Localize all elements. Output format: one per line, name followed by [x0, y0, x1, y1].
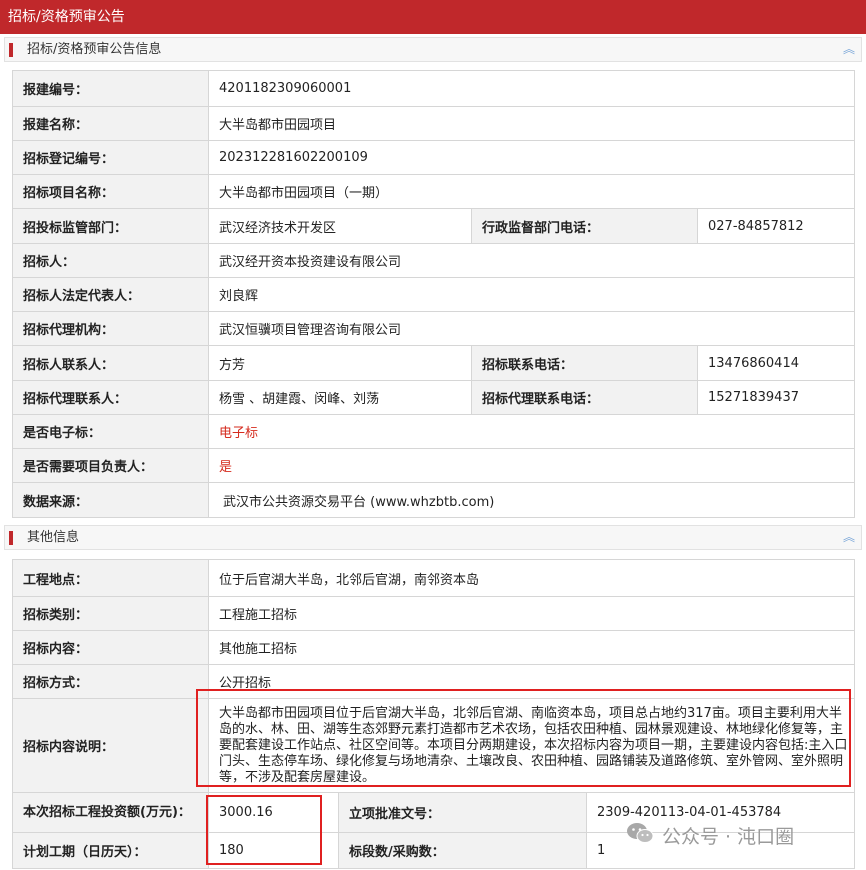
table-row: 招投标监管部门： 武汉经济技术开发区 行政监督部门电话： 027-8485781…	[12, 208, 856, 244]
field-value-duration: 180	[208, 832, 339, 869]
field-value-agency-phone: 15271839437	[696, 380, 856, 415]
field-label: 招标方式：	[12, 664, 209, 699]
field-label: 是否需要项目负责人：	[12, 448, 209, 483]
field-value-contact-phone: 13476860414	[696, 345, 856, 381]
field-label: 招标登记编号：	[12, 140, 209, 175]
field-label: 招标内容说明：	[12, 698, 209, 793]
section-header-other: 其他信息 ︽	[4, 525, 862, 550]
section-marker	[9, 531, 13, 545]
field-label: 本次招标工程投资额(万元)：	[12, 792, 209, 833]
table-row: 数据来源： 武汉市公共资源交易平台 (www.whzbtb.com)	[12, 482, 856, 518]
section-marker	[9, 43, 13, 57]
watermark: 公众号 · 沌口圈	[626, 820, 794, 850]
field-label: 工程地点：	[12, 559, 209, 597]
field-value-need-manager: 是	[207, 448, 856, 483]
wechat-icon	[626, 821, 654, 850]
table-row: 招标内容： 其他施工招标	[12, 630, 855, 665]
table-row: 招标登记编号： 202312281602200109	[12, 140, 856, 175]
field-value-project-name: 大半岛都市田园项目（一期）	[207, 174, 856, 209]
table-row: 招标代理联系人： 杨雪 、胡建霞、闵峰、刘荡 招标代理联系电话： 1527183…	[12, 380, 856, 415]
field-value-agency-contact: 杨雪 、胡建霞、闵峰、刘荡	[208, 380, 472, 415]
info-table: 报建编号： 4201182309060001 报建名称： 大半岛都市田园项目 招…	[12, 70, 856, 518]
field-value-source: 武汉市公共资源交易平台 (www.whzbtb.com)	[207, 482, 856, 518]
field-value-agency: 武汉恒骥项目管理咨询有限公司	[207, 311, 856, 346]
field-value-bid-name: 大半岛都市田园项目	[207, 106, 856, 141]
field-label: 招标内容：	[12, 630, 209, 665]
table-row: 招标人： 武汉经开资本投资建设有限公司	[12, 243, 856, 278]
field-label: 招标人联系人：	[12, 345, 209, 381]
collapse-icon[interactable]: ︽	[843, 38, 855, 61]
field-value-investment: 3000.16	[208, 792, 339, 833]
table-row: 招标内容说明： 大半岛都市田园项目位于后官湖大半岛，北邻后官湖、南临资本岛，项目…	[12, 698, 855, 793]
field-value-location: 位于后官湖大半岛，北邻后官湖，南邻资本岛	[208, 559, 855, 597]
field-label: 招投标监管部门：	[12, 208, 209, 244]
section-header-info: 招标/资格预审公告信息 ︽	[4, 37, 862, 62]
field-label: 立项批准文号：	[338, 792, 587, 833]
field-label: 招标项目名称：	[12, 174, 209, 209]
field-label: 标段数/采购数：	[338, 832, 587, 869]
field-label: 招标代理机构：	[12, 311, 209, 346]
table-row: 招标方式： 公开招标	[12, 664, 855, 699]
table-row: 招标人联系人： 方芳 招标联系电话： 13476860414	[12, 345, 856, 381]
table-row: 报建编号： 4201182309060001	[12, 70, 856, 107]
field-value-contact: 方芳	[208, 345, 472, 381]
field-label: 招标人法定代表人：	[12, 277, 209, 312]
section-title-other: 其他信息	[27, 530, 80, 545]
field-label: 行政监督部门电话：	[471, 208, 698, 244]
field-label: 报建名称：	[12, 106, 209, 141]
field-label: 计划工期（日历天）：	[12, 832, 209, 869]
field-value-legal-rep: 刘良辉	[207, 277, 856, 312]
table-row: 是否电子标： 电子标	[12, 414, 856, 449]
field-label: 数据来源：	[12, 482, 209, 518]
field-label: 招标人：	[12, 243, 209, 278]
field-value-electronic: 电子标	[207, 414, 856, 449]
section-title-info: 招标/资格预审公告信息	[27, 42, 162, 57]
field-label: 报建编号：	[12, 70, 209, 107]
field-value-reg-no: 202312281602200109	[207, 140, 856, 175]
field-label: 招标代理联系电话：	[471, 380, 698, 415]
field-value-bid-number: 4201182309060001	[207, 70, 856, 107]
field-value-method: 公开招标	[208, 664, 855, 699]
collapse-icon[interactable]: ︽	[843, 526, 855, 549]
field-value-content: 其他施工招标	[208, 630, 855, 665]
table-row: 招标项目名称： 大半岛都市田园项目（一期）	[12, 174, 856, 209]
field-label: 招标代理联系人：	[12, 380, 209, 415]
table-row: 招标类别： 工程施工招标	[12, 596, 855, 631]
field-label: 招标类别：	[12, 596, 209, 631]
table-row: 报建名称： 大半岛都市田园项目	[12, 106, 856, 141]
table-row: 是否需要项目负责人： 是	[12, 448, 856, 483]
field-value-description: 大半岛都市田园项目位于后官湖大半岛，北邻后官湖、南临资本岛，项目总占地约317亩…	[208, 698, 855, 793]
table-row: 招标人法定代表人： 刘良辉	[12, 277, 856, 312]
field-value-tenderer: 武汉经开资本投资建设有限公司	[207, 243, 856, 278]
field-value-supervisor: 武汉经济技术开发区	[208, 208, 472, 244]
table-row: 工程地点： 位于后官湖大半岛，北邻后官湖，南邻资本岛	[12, 559, 855, 597]
watermark-text: 公众号 · 沌口圈	[662, 825, 795, 848]
table-row: 招标代理机构： 武汉恒骥项目管理咨询有限公司	[12, 311, 856, 346]
field-label: 招标联系电话：	[471, 345, 698, 381]
field-value-admin-phone: 027-84857812	[696, 208, 856, 244]
field-label: 是否电子标：	[12, 414, 209, 449]
page-title: 招标/资格预审公告	[0, 0, 866, 34]
field-value-category: 工程施工招标	[208, 596, 855, 631]
